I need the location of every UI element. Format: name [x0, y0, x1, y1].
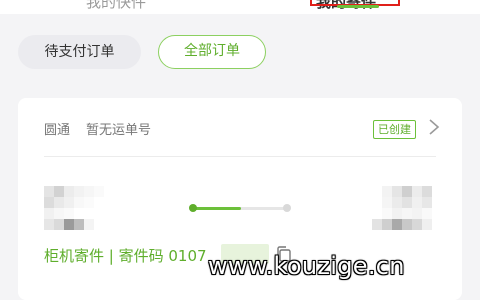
mosaic-cell	[382, 208, 392, 219]
mosaic-cell	[44, 186, 54, 197]
mosaic-cell	[382, 197, 392, 208]
mosaic-cell	[372, 219, 382, 230]
mosaic-cell	[54, 208, 64, 219]
mosaic-cell	[54, 219, 64, 230]
mosaic-cell	[422, 208, 432, 219]
waybill-number: 暂无运单号	[86, 123, 152, 138]
mosaic-cell	[64, 186, 74, 197]
progress-end-dot	[283, 204, 291, 212]
carrier-name: 圆通	[44, 123, 71, 138]
mosaic-cell	[64, 219, 74, 230]
chevron-right-icon[interactable]	[428, 118, 440, 136]
mosaic-cell	[84, 208, 94, 219]
mosaic-cell	[412, 208, 422, 219]
mosaic-cell	[412, 186, 422, 197]
mosaic-cell	[44, 219, 54, 230]
mosaic-cell	[74, 186, 84, 197]
mosaic-cell	[402, 208, 412, 219]
mosaic-cell	[392, 208, 402, 219]
mosaic-cell	[372, 186, 382, 197]
receiver-address-blurred	[372, 186, 432, 230]
mosaic-cell	[74, 197, 84, 208]
filter-pending-payment[interactable]: 待支付订单	[18, 35, 141, 69]
mosaic-cell	[372, 197, 382, 208]
mosaic-cell	[64, 208, 74, 219]
mosaic-cell	[54, 186, 64, 197]
tab-my-express[interactable]: 我的快件	[86, 0, 146, 12]
mosaic-cell	[44, 197, 54, 208]
mosaic-cell	[422, 219, 432, 230]
progress-track	[193, 207, 289, 210]
mosaic-cell	[74, 208, 84, 219]
filter-all-orders[interactable]: 全部订单	[158, 35, 266, 69]
divider	[44, 156, 436, 157]
mosaic-cell	[64, 197, 74, 208]
mosaic-cell	[392, 186, 402, 197]
mosaic-cell	[422, 197, 432, 208]
mosaic-cell	[382, 186, 392, 197]
pickup-code-label: 柜机寄件 | 寄件码 0107	[44, 247, 207, 265]
mosaic-cell	[402, 197, 412, 208]
mosaic-cell	[44, 208, 54, 219]
active-tab-indicator	[337, 5, 379, 8]
mosaic-cell	[402, 186, 412, 197]
mosaic-cell	[372, 208, 382, 219]
mosaic-cell	[54, 197, 64, 208]
mosaic-cell	[84, 186, 94, 197]
mosaic-cell	[382, 219, 392, 230]
mosaic-cell	[94, 208, 104, 219]
mosaic-cell	[402, 219, 412, 230]
mosaic-cell	[94, 219, 104, 230]
status-badge: 已创建	[373, 120, 416, 139]
progress-start-dot	[189, 204, 197, 212]
watermark: www.kouzige.cn	[208, 252, 405, 280]
mosaic-cell	[94, 197, 104, 208]
mosaic-cell	[412, 197, 422, 208]
mosaic-cell	[84, 197, 94, 208]
mosaic-cell	[422, 186, 432, 197]
mosaic-cell	[94, 186, 104, 197]
mosaic-cell	[74, 219, 84, 230]
mosaic-cell	[84, 219, 94, 230]
mosaic-cell	[392, 197, 402, 208]
mosaic-cell	[392, 219, 402, 230]
sender-address-blurred	[44, 186, 104, 230]
page: 我的快件 我的寄件 待支付订单 全部订单 圆通 暂无运单号 已创建 柜机寄件 |…	[0, 0, 480, 300]
mosaic-cell	[412, 219, 422, 230]
progress-fill	[193, 207, 241, 210]
top-tab-bar: 我的快件 我的寄件	[0, 0, 480, 14]
